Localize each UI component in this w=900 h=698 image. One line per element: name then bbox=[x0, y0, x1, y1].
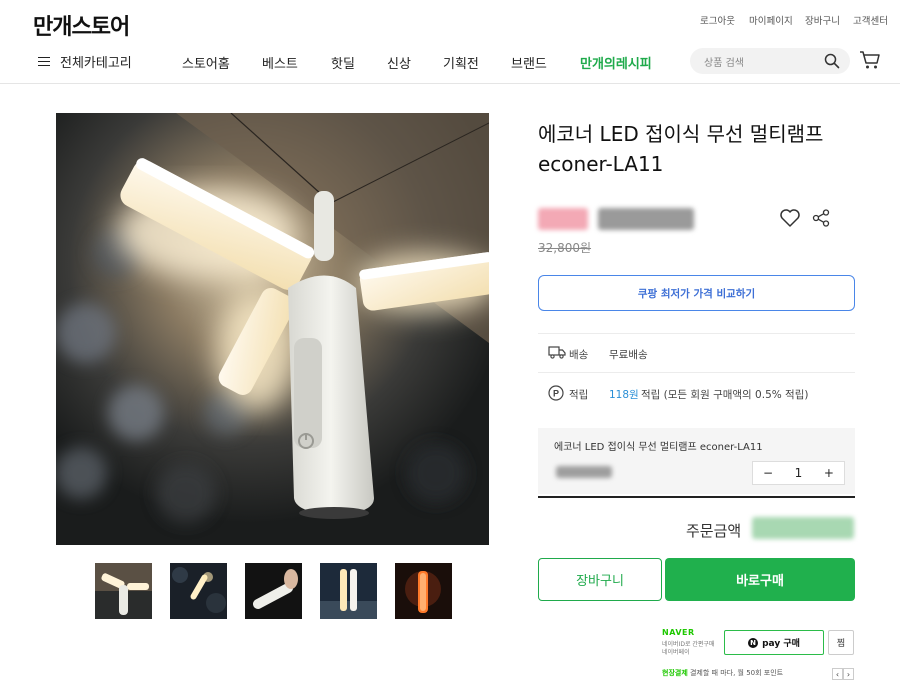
points-amount: 118원 bbox=[609, 389, 639, 401]
cart-link[interactable]: 장바구니 bbox=[805, 13, 840, 27]
discount-rate-blurred bbox=[538, 208, 588, 230]
notice-highlight: 현장결제 bbox=[662, 669, 688, 677]
notice-next-button[interactable]: › bbox=[843, 668, 854, 680]
naver-brand: NAVER bbox=[662, 628, 695, 637]
nav-store-home[interactable]: 스토어홈 bbox=[182, 53, 230, 72]
truck-icon bbox=[548, 346, 566, 359]
sale-price-blurred bbox=[598, 208, 694, 230]
share-icon[interactable] bbox=[812, 209, 830, 227]
nav-brand[interactable]: 브랜드 bbox=[511, 53, 547, 72]
quantity-stepper: − 1 + bbox=[752, 461, 845, 485]
npay-n-icon: N bbox=[748, 637, 759, 648]
logout-link[interactable]: 로그아웃 bbox=[700, 13, 735, 27]
order-amount-blurred bbox=[752, 517, 854, 539]
all-categories-button[interactable]: 전체카테고리 bbox=[38, 52, 132, 71]
nav-special[interactable]: 기획전 bbox=[443, 53, 479, 72]
order-amount-label: 주문금액 bbox=[686, 522, 742, 540]
customer-center-link[interactable]: 고객센터 bbox=[853, 13, 888, 27]
shipping-value: 무료배송 bbox=[609, 349, 648, 361]
main-nav: 전체카테고리 스토어홈 베스트 핫딜 신상 기획전 브랜드 만개의레시피 상품 … bbox=[0, 42, 900, 84]
cart-icon[interactable] bbox=[859, 50, 881, 70]
nav-hotdeal[interactable]: 핫딜 bbox=[331, 53, 355, 72]
points-icon: P bbox=[548, 385, 564, 401]
thumbnail-5[interactable] bbox=[395, 563, 452, 619]
product-title: 에코너 LED 접이식 무선 멀티램프 econer-LA11 bbox=[538, 122, 824, 176]
buy-now-button[interactable]: 바로구매 bbox=[665, 558, 855, 601]
quantity-minus-button[interactable]: − bbox=[763, 466, 773, 480]
mypage-link[interactable]: 마이페이지 bbox=[749, 13, 793, 27]
divider bbox=[538, 372, 855, 373]
points-description: 적립 (모든 회원 구매액의 0.5% 적립) bbox=[641, 389, 809, 401]
store-logo[interactable]: 만개스토어 bbox=[33, 9, 130, 41]
svg-text:P: P bbox=[553, 389, 559, 399]
nav-best[interactable]: 베스트 bbox=[262, 53, 298, 72]
product-main-image bbox=[56, 113, 489, 545]
order-divider bbox=[538, 496, 855, 498]
search-icon[interactable] bbox=[824, 53, 840, 69]
npay-label: pay 구매 bbox=[762, 639, 800, 649]
add-to-cart-button[interactable]: 장바구니 bbox=[538, 558, 662, 601]
all-categories-label: 전체카테고리 bbox=[60, 56, 132, 71]
naver-subtext-2: 네이버페이 bbox=[662, 649, 690, 656]
shipping-label: 배송 bbox=[569, 349, 589, 361]
wishlist-button[interactable]: 찜 bbox=[828, 630, 854, 655]
thumbnail-3[interactable] bbox=[245, 563, 302, 619]
notice-text: 결제할 때 마다, 월 50회 포인트 bbox=[687, 669, 784, 677]
points-label: 적립 bbox=[569, 389, 589, 401]
thumbnail-2[interactable] bbox=[170, 563, 227, 619]
thumbnail-4[interactable] bbox=[320, 563, 377, 619]
nav-10000-recipe[interactable]: 만개의레시피 bbox=[580, 53, 652, 72]
search-placeholder: 상품 검색 bbox=[704, 58, 744, 69]
nav-new[interactable]: 신상 bbox=[387, 53, 411, 72]
hamburger-icon bbox=[38, 56, 50, 67]
option-name: 에코너 LED 접이식 무선 멀티램프 econer-LA11 bbox=[554, 442, 763, 453]
naverpay-notice: 현장결제 결제할 때 마다, 월 50회 포인트 bbox=[662, 668, 832, 678]
selected-option: 에코너 LED 접이식 무선 멀티램프 econer-LA11 − 1 + bbox=[538, 428, 855, 494]
quantity-value[interactable]: 1 bbox=[795, 466, 803, 480]
thumbnail-1[interactable] bbox=[95, 563, 152, 619]
option-price-blurred bbox=[556, 466, 612, 478]
original-price: 32,800원 bbox=[538, 241, 592, 255]
naverpay-buy-button[interactable]: N pay 구매 bbox=[724, 630, 824, 655]
compare-price-button[interactable]: 쿠팡 최저가 가격 비교하기 bbox=[538, 275, 855, 311]
divider bbox=[538, 333, 855, 334]
heart-icon[interactable] bbox=[779, 208, 801, 228]
notice-prev-button[interactable]: ‹ bbox=[832, 668, 843, 680]
quantity-plus-button[interactable]: + bbox=[824, 466, 834, 480]
search-input[interactable]: 상품 검색 bbox=[690, 48, 850, 74]
naverpay-widget: NAVER 네이버ID로 간편구매 네이버페이 N pay 구매 찜 bbox=[656, 624, 856, 660]
